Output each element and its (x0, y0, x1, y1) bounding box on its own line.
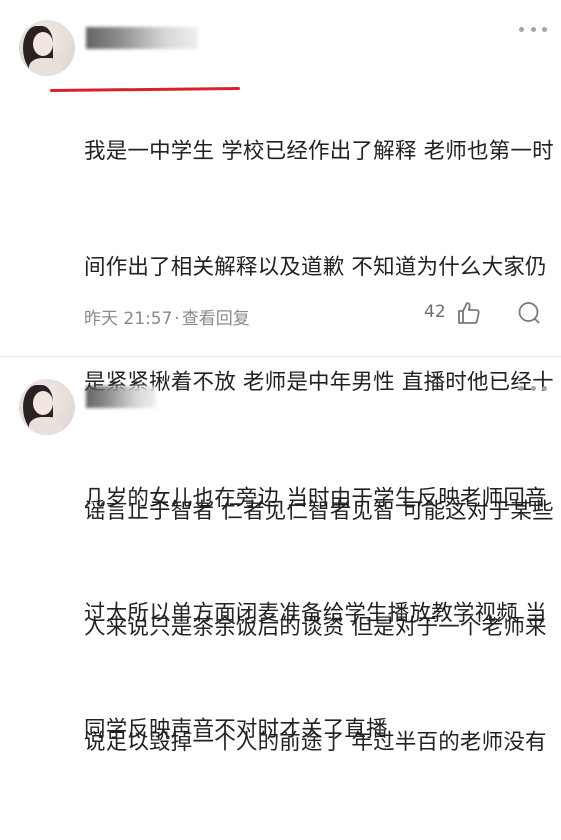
comment-meta: 昨天 21:57 · 查看回复 (84, 304, 250, 329)
username[interactable] (86, 27, 198, 49)
more-dots-icon[interactable] (519, 24, 547, 34)
comment-line: 说足以毁掉一个人的前途了 年过半百的老师没有 (84, 730, 547, 755)
avatar[interactable] (19, 379, 75, 435)
comment-card: 谣言止于智者 仁者见仁智者见智 可能这对于某些 人来说只是茶余饭后的谈资 但是对… (0, 357, 561, 755)
view-replies-link[interactable]: 查看回复 (182, 309, 250, 329)
comment-line: 谣言止于智者 仁者见仁智者见智 可能这对于某些 (84, 499, 554, 524)
username[interactable] (86, 386, 156, 408)
comment-card: 我是一中学生 学校已经作出了解释 老师也第一时 间作出了相关解释以及道歉 不知道… (0, 0, 561, 742)
avatar[interactable] (19, 20, 75, 76)
comment-line: 我是一中学生 学校已经作出了解释 老师也第一时 (84, 139, 554, 164)
like-count: 42 (424, 302, 446, 322)
comment-line: 人来说只是茶余饭后的谈资 但是对于一个老师来 (84, 614, 547, 640)
meta-separator: · (174, 309, 180, 329)
comment-line: 间作出了相关解释以及道歉 不知道为什么大家仍 (84, 254, 547, 280)
thumbs-up-icon[interactable] (456, 300, 482, 330)
comment-time: 昨天 21:57 (84, 309, 173, 329)
comment-bubble-icon[interactable] (516, 300, 542, 330)
more-dots-icon[interactable] (519, 383, 547, 393)
comment-text: 谣言止于智者 仁者见仁智者见智 可能这对于某些 人来说只是茶余饭后的谈资 但是对… (84, 416, 554, 840)
